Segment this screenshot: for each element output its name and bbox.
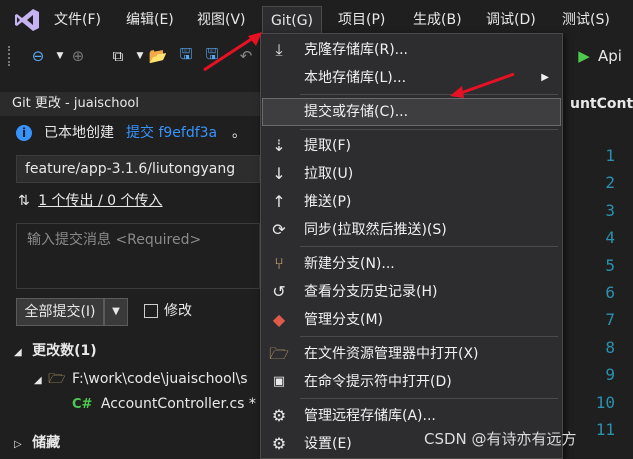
line-number: 9 xyxy=(605,365,615,384)
changes-header: 更改数(1) xyxy=(32,343,97,359)
commit-link[interactable]: 提交 f9efdf3a xyxy=(126,117,217,149)
push-icon: ↑ xyxy=(272,192,286,211)
line-number: 11 xyxy=(595,420,615,439)
info-icon: i xyxy=(16,125,32,141)
save-icon[interactable]: 🖫 xyxy=(174,44,198,68)
menu-item-commit-or-stash[interactable]: 提交或存储(C)... xyxy=(262,98,561,126)
visual-studio-logo-icon xyxy=(15,9,39,31)
menu-item-push[interactable]: ↑ 推送(P) xyxy=(262,188,561,216)
sync-status[interactable]: ⇅ 1 个传出 / 0 个传入 xyxy=(18,190,163,212)
line-number: 1 xyxy=(605,146,615,165)
forward-icon[interactable]: ⊕ xyxy=(66,44,90,68)
folder-row[interactable]: ◢ 🗁 F:\work\code\juaischool\s xyxy=(34,368,260,390)
fetch-icon: ⇣ xyxy=(272,136,286,155)
menu-separator xyxy=(300,336,558,337)
branch-selector[interactable]: feature/app-3.1.6/liutongyang xyxy=(16,155,260,183)
line-number: 2 xyxy=(605,173,615,192)
menu-item-manage-branches[interactable]: ◆ 管理分支(M) xyxy=(262,306,561,334)
menu-item-open-terminal[interactable]: ▣ 在命令提示符中打开(D) xyxy=(262,368,561,396)
line-number: 10 xyxy=(595,393,615,412)
expand-icon: ◢ xyxy=(34,375,42,386)
menu-separator xyxy=(300,246,558,247)
csharp-file-icon: C# xyxy=(72,397,93,412)
history-icon: ↺ xyxy=(272,282,286,301)
menu-separator xyxy=(300,94,558,95)
line-number: 7 xyxy=(605,310,615,329)
commit-all-button[interactable]: 全部提交(I) xyxy=(16,298,104,326)
folder-icon: 🗁 xyxy=(48,371,66,387)
annotation-arrow-icon xyxy=(450,72,515,98)
commit-message-input[interactable]: 输入提交消息 <Required> xyxy=(16,223,260,289)
info-suffix: 。 xyxy=(232,125,246,141)
line-number: 3 xyxy=(605,201,615,220)
terminal-icon: ▣ xyxy=(272,374,286,389)
sync-icon: ⟳ xyxy=(272,220,286,239)
line-number: 8 xyxy=(605,338,615,357)
menu-item-fetch[interactable]: ⇣ 提取(F) xyxy=(262,132,561,160)
menu-item-open-explorer[interactable]: 🗁 在文件资源管理器中打开(X) xyxy=(262,340,561,368)
sync-arrows-icon: ⇅ xyxy=(18,193,30,209)
collapse-icon: ▷ xyxy=(14,439,22,450)
expand-icon: ◢ xyxy=(14,347,22,358)
folder-open-icon: 🗁 xyxy=(269,344,289,363)
amend-checkbox[interactable] xyxy=(144,304,158,318)
info-bar: i 已本地创建 提交 f9efdf3a 。 xyxy=(0,117,260,149)
file-row[interactable]: C# AccountController.cs * xyxy=(72,393,256,415)
menu-separator xyxy=(300,398,558,399)
menu-separator xyxy=(300,129,558,130)
menu-edit[interactable]: 编辑(E) xyxy=(126,0,174,40)
new-branch-icon: ⑂ xyxy=(274,254,284,273)
menu-item-pull[interactable]: ↓ 拉取(U) xyxy=(262,160,561,188)
changes-group[interactable]: ◢ 更改数(1) xyxy=(14,340,97,362)
back-icon[interactable]: ⊖ xyxy=(26,44,50,68)
stash-header: 储藏 xyxy=(32,435,61,451)
toolbar-grip xyxy=(8,46,13,66)
editor-tab[interactable]: untControl xyxy=(570,92,633,116)
menu-item-new-branch[interactable]: ⑂ 新建分支(N)... xyxy=(262,250,561,278)
menu-test[interactable]: 测试(S) xyxy=(562,0,610,40)
amend-label: 修改 xyxy=(164,303,192,319)
stash-group[interactable]: ▷ 储藏 xyxy=(14,432,60,454)
line-number: 4 xyxy=(605,228,615,247)
gear-icon: ⚙ xyxy=(271,434,287,453)
submenu-arrow-icon: ▶ xyxy=(541,72,549,83)
manage-branches-icon: ◆ xyxy=(272,310,286,329)
clone-icon: ⤓ xyxy=(275,40,283,59)
line-number: 6 xyxy=(605,283,615,302)
folder-path: F:\work\code\juaischool\s xyxy=(71,371,248,387)
menu-item-manage-remotes[interactable]: ⚙ 管理远程存储库(A)... xyxy=(262,402,561,430)
run-target-label[interactable]: Api xyxy=(598,44,622,68)
file-name: AccountController.cs * xyxy=(100,396,256,412)
open-folder-icon[interactable]: 📂 xyxy=(146,44,170,68)
watermark: CSDN @有诗亦有远方 xyxy=(424,430,577,448)
gear-icon: ⚙ xyxy=(271,406,287,425)
info-text: 已本地创建 xyxy=(44,125,114,141)
line-number: 5 xyxy=(605,256,615,275)
menu-item-sync[interactable]: ⟳ 同步(拉取然后推送)(S) xyxy=(262,216,561,244)
commit-dropdown-button[interactable]: ▼ xyxy=(104,298,128,326)
menu-item-branch-history[interactable]: ↺ 查看分支历史记录(H) xyxy=(262,278,561,306)
annotation-arrow-icon xyxy=(203,32,262,72)
sync-link[interactable]: 1 个传出 / 0 个传入 xyxy=(38,193,162,209)
menu-file[interactable]: 文件(F) xyxy=(54,0,101,40)
pane-title: Git 更改 - juaischool xyxy=(0,92,260,116)
menu-item-clone[interactable]: ⤓ 克隆存储库(R)... xyxy=(262,36,561,64)
run-icon[interactable]: ▶ xyxy=(572,44,596,68)
new-project-icon[interactable]: ⧉ xyxy=(106,44,130,68)
pull-icon: ↓ xyxy=(272,164,286,183)
